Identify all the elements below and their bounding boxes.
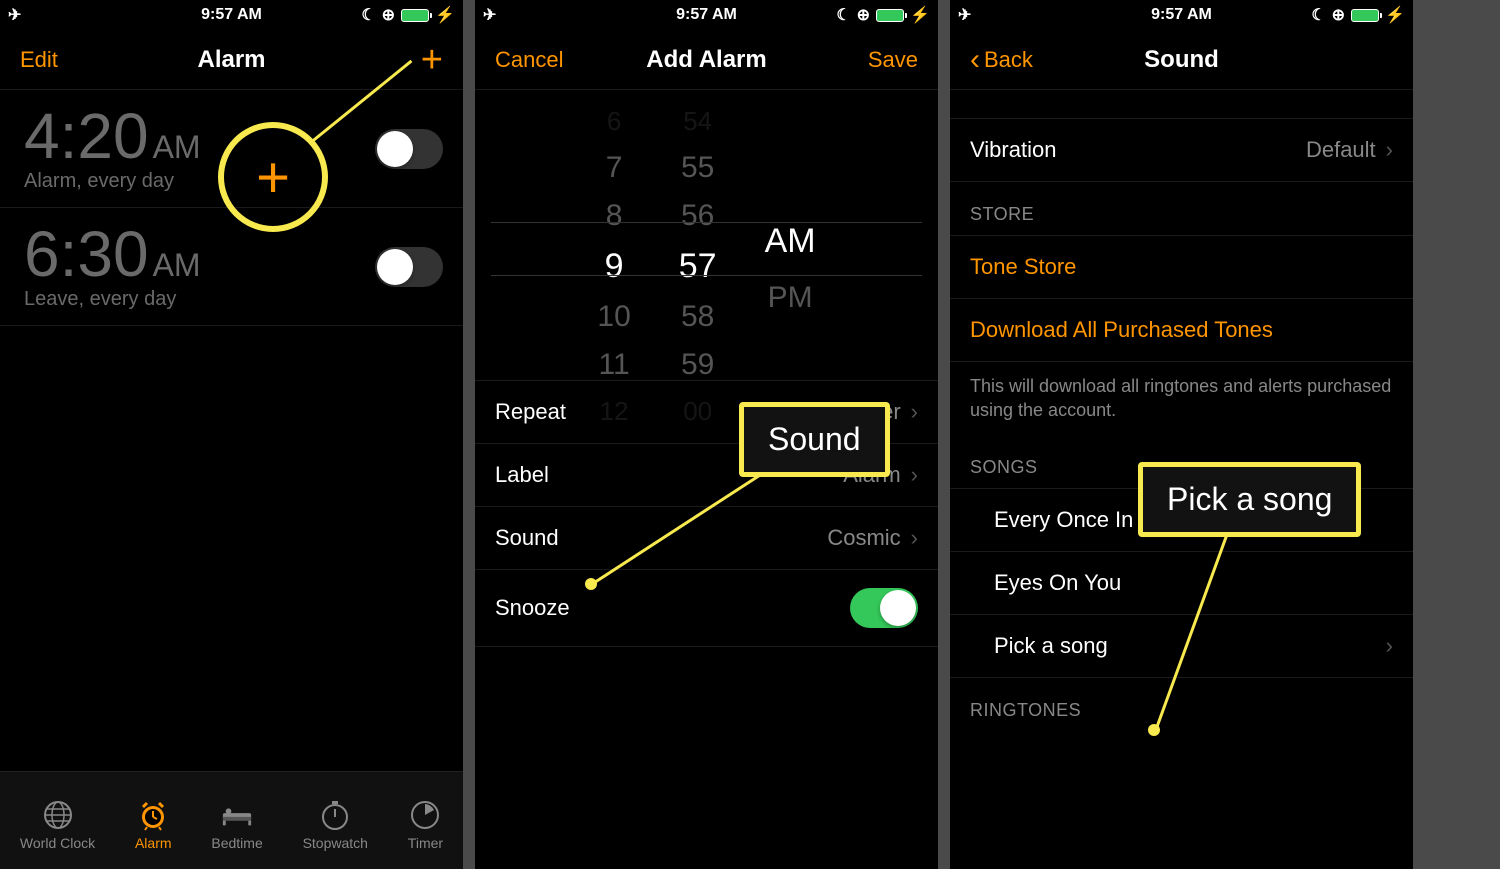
save-button[interactable]: Save [868, 47, 918, 73]
moon-icon: ☾ [836, 5, 850, 25]
lock-icon: ⊕ [382, 5, 395, 25]
picker-hours[interactable]: 6 7 8 9 10 11 12 [597, 106, 630, 427]
tone-store-link[interactable]: Tone Store [950, 235, 1413, 299]
status-bar: ✈ 9:57 AM ☾ ⊕ ⚡ [475, 0, 938, 30]
page-title: Add Alarm [646, 46, 766, 74]
battery-icon [401, 9, 429, 22]
battery-icon [876, 9, 904, 22]
tab-timer[interactable]: Timer [408, 799, 443, 851]
label-row[interactable]: Label Alarm› [475, 444, 938, 507]
alarm-row[interactable]: 6:30AM Leave, every day [0, 208, 463, 326]
moon-icon: ☾ [361, 5, 375, 25]
section-header-ringtones: RINGTONES [950, 678, 1413, 731]
nav-bar: Edit Alarm + [0, 30, 463, 90]
time-picker[interactable]: 6 7 8 9 10 11 12 54 55 56 57 58 59 00 AM… [475, 90, 938, 380]
charge-icon: ⚡ [435, 5, 455, 25]
download-tones-link[interactable]: Download All Purchased Tones [950, 299, 1413, 362]
download-note: This will download all ringtones and ale… [950, 362, 1413, 435]
globe-icon [42, 799, 74, 831]
song-row[interactable]: Every Once In A While [950, 488, 1413, 552]
status-bar: ✈ 9:57 AM ☾ ⊕ ⚡ [950, 0, 1413, 30]
chevron-left-icon: ‹ [970, 43, 980, 77]
sound-row[interactable]: Sound Cosmic› [475, 507, 938, 570]
nav-bar: ‹ Back Sound [950, 30, 1413, 90]
cancel-button[interactable]: Cancel [495, 47, 563, 73]
alarm-time: 6:30AM [24, 222, 201, 286]
status-time: 9:57 AM [676, 6, 737, 24]
chevron-right-icon: › [911, 525, 918, 551]
chevron-right-icon: › [1386, 137, 1393, 163]
airplane-mode-icon: ✈ [958, 5, 971, 25]
back-button[interactable]: ‹ Back [970, 43, 1033, 77]
tab-world-clock[interactable]: World Clock [20, 799, 95, 851]
section-header-store: STORE [950, 182, 1413, 235]
stopwatch-icon [319, 799, 351, 831]
page-title: Alarm [197, 46, 265, 74]
chevron-right-icon: › [1386, 633, 1393, 659]
song-row[interactable]: Eyes On You [950, 552, 1413, 615]
picker-ampm[interactable]: AM PM [765, 106, 816, 315]
lock-icon: ⊕ [857, 5, 870, 25]
chevron-right-icon: › [911, 462, 918, 488]
edit-button[interactable]: Edit [20, 47, 58, 73]
alarm-toggle[interactable] [375, 129, 443, 169]
alarm-sub: Leave, every day [24, 288, 201, 311]
alarm-row[interactable]: 4:20AM Alarm, every day [0, 90, 463, 208]
status-time: 9:57 AM [201, 6, 262, 24]
tab-alarm[interactable]: Alarm [135, 799, 172, 851]
picker-minutes[interactable]: 54 55 56 57 58 59 00 [679, 106, 717, 427]
chevron-right-icon: › [911, 399, 918, 425]
airplane-mode-icon: ✈ [483, 5, 496, 25]
tab-stopwatch[interactable]: Stopwatch [303, 799, 368, 851]
lock-icon: ⊕ [1332, 5, 1345, 25]
vibration-row[interactable]: Vibration Default› [950, 118, 1413, 182]
alarm-clock-icon [137, 799, 169, 831]
screen-sound: ✈ 9:57 AM ☾ ⊕ ⚡ ‹ Back Sound Vibration D… [950, 0, 1425, 869]
tab-bedtime[interactable]: Bedtime [211, 799, 262, 851]
add-alarm-button[interactable]: + [421, 41, 443, 79]
status-time: 9:57 AM [1151, 6, 1212, 24]
charge-icon: ⚡ [1385, 5, 1405, 25]
charge-icon: ⚡ [910, 5, 930, 25]
battery-icon [1351, 9, 1379, 22]
bed-icon [221, 799, 253, 831]
alarm-toggle[interactable] [375, 247, 443, 287]
status-bar: ✈ 9:57 AM ☾ ⊕ ⚡ [0, 0, 463, 30]
nav-bar: Cancel Add Alarm Save [475, 30, 938, 90]
alarm-sub: Alarm, every day [24, 170, 201, 193]
moon-icon: ☾ [1311, 5, 1325, 25]
page-title: Sound [1144, 46, 1219, 74]
airplane-mode-icon: ✈ [8, 5, 21, 25]
screen-alarm-list: ✈ 9:57 AM ☾ ⊕ ⚡ Edit Alarm + 4:20AM Alar… [0, 0, 475, 869]
pick-a-song-row[interactable]: Pick a song › [950, 615, 1413, 678]
alarm-time: 4:20AM [24, 104, 201, 168]
section-header-songs: SONGS [950, 435, 1413, 488]
timer-icon [409, 799, 441, 831]
tab-bar: World Clock Alarm Bedtime Stopwatch Time… [0, 771, 463, 869]
screen-add-alarm: ✈ 9:57 AM ☾ ⊕ ⚡ Cancel Add Alarm Save 6 … [475, 0, 950, 869]
snooze-row: Snooze [475, 570, 938, 647]
snooze-toggle[interactable] [850, 588, 918, 628]
